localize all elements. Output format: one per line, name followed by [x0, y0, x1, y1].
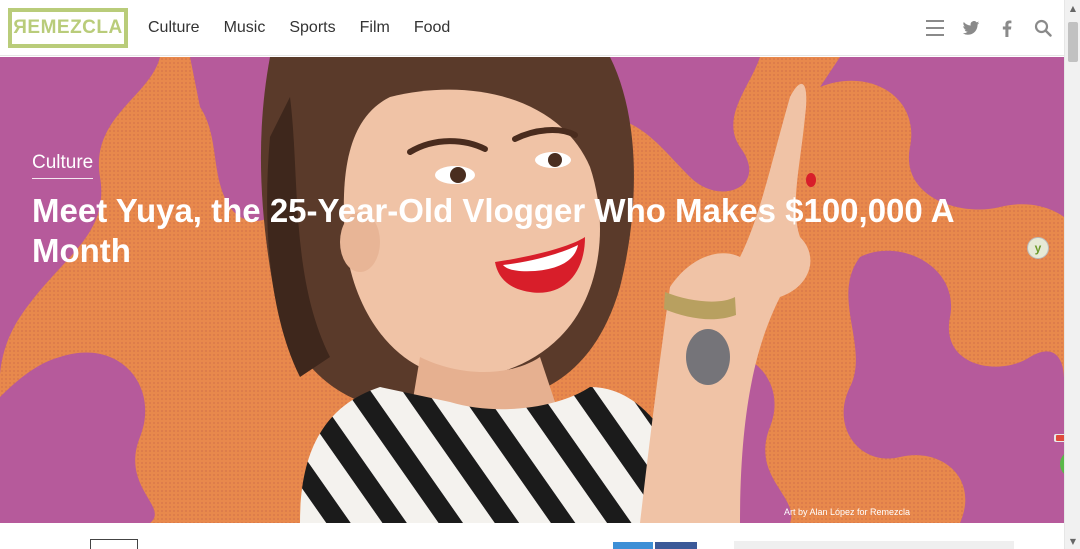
scroll-thumb[interactable] [1068, 22, 1078, 62]
nav-item-music[interactable]: Music [224, 19, 266, 37]
search-icon[interactable] [1032, 17, 1054, 39]
facebook-icon[interactable] [996, 17, 1018, 39]
site-header: ЯEMEZCLA Culture Music Sports Film Food [0, 0, 1064, 56]
page: ЯEMEZCLA Culture Music Sports Film Food [0, 0, 1080, 549]
site-logo[interactable]: ЯEMEZCLA [8, 8, 128, 48]
header-actions [924, 0, 1054, 56]
vertical-scrollbar[interactable]: ▲ ▼ [1064, 0, 1080, 549]
sidebar-box [734, 541, 1014, 549]
nav-item-sports[interactable]: Sports [289, 19, 335, 37]
scroll-down-arrow-icon[interactable]: ▼ [1065, 533, 1080, 549]
nav-item-culture[interactable]: Culture [148, 19, 200, 37]
logo-text: ЯEMEZCLA [13, 17, 123, 38]
author-avatar[interactable] [90, 539, 138, 549]
hero-text: Culture Meet Yuya, the 25-Year-Old Vlogg… [32, 152, 1012, 271]
hero-banner[interactable]: Culture Meet Yuya, the 25-Year-Old Vlogg… [0, 57, 1064, 523]
article-headline[interactable]: Meet Yuya, the 25-Year-Old Vlogger Who M… [32, 191, 1007, 271]
facebook-share-button[interactable] [655, 542, 697, 549]
twitter-share-button[interactable] [613, 542, 653, 549]
hero-illustration [0, 57, 1064, 523]
nav-item-food[interactable]: Food [414, 19, 450, 37]
article-below-fold [0, 524, 1064, 549]
menu-icon[interactable] [924, 17, 946, 39]
scroll-up-arrow-icon[interactable]: ▲ [1065, 0, 1080, 16]
image-credit: Art by Alan López for Remezcla [783, 507, 910, 517]
yuya-badge-icon[interactable]: y [1027, 237, 1049, 259]
main-nav: Culture Music Sports Film Food [148, 0, 450, 56]
twitter-icon[interactable] [960, 17, 982, 39]
category-link[interactable]: Culture [32, 152, 94, 179]
nav-item-film[interactable]: Film [360, 19, 390, 37]
